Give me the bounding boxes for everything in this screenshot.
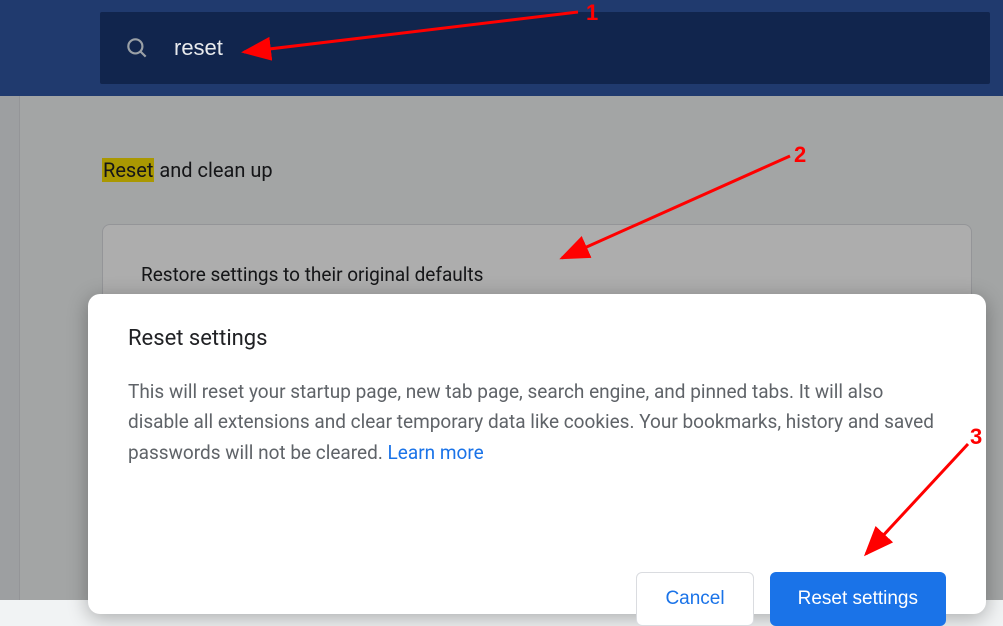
dialog-body: This will reset your startup page, new t… [128,377,946,468]
learn-more-link[interactable]: Learn more [388,441,484,464]
settings-header [0,0,1003,96]
annotation-number-3: 3 [970,424,982,450]
dialog-actions: Cancel Reset settings [636,572,946,626]
search-icon [124,35,150,61]
dialog-body-text: This will reset your startup page, new t… [128,380,934,464]
search-input[interactable] [174,35,966,61]
reset-settings-dialog: Reset settings This will reset your star… [88,294,986,614]
cancel-button[interactable]: Cancel [636,572,753,626]
dialog-title: Reset settings [128,326,946,351]
reset-settings-button[interactable]: Reset settings [770,572,946,626]
annotation-number-2: 2 [794,142,806,168]
search-bar[interactable] [100,12,990,84]
annotation-number-1: 1 [586,0,598,26]
